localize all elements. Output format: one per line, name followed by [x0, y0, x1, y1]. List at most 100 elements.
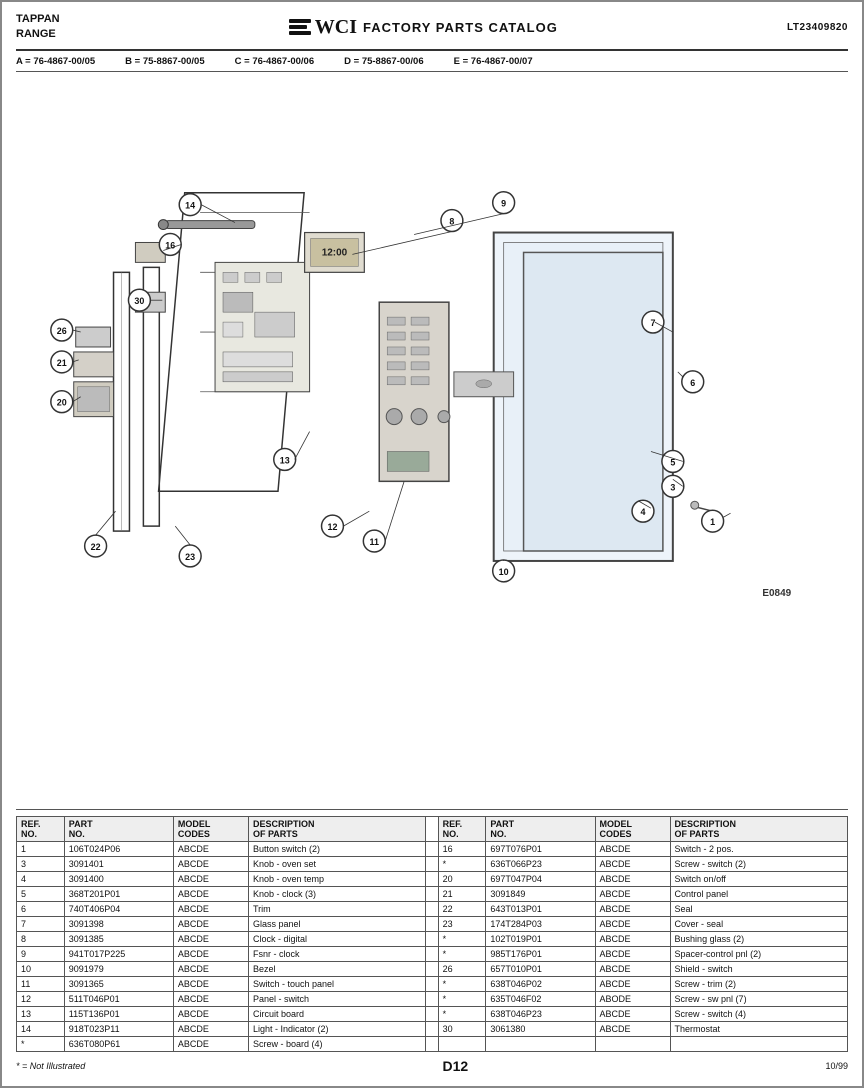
- desc-right: Shield - switch: [670, 962, 847, 977]
- desc-right: Screw - switch (4): [670, 1007, 847, 1022]
- ref-right: *: [438, 947, 486, 962]
- desc-left: Knob - clock (3): [248, 887, 425, 902]
- desc-right: Spacer-control pnl (2): [670, 947, 847, 962]
- wci-logo: WCI: [289, 16, 357, 39]
- svg-text:1: 1: [710, 517, 715, 527]
- model-right: ABCDE: [595, 857, 670, 872]
- wci-text: WCI: [315, 16, 357, 39]
- table-row: 4 3091400 ABCDE Knob - oven temp 20 697T…: [17, 872, 848, 887]
- model-left: ABCDE: [173, 857, 248, 872]
- part-left: 511T046P01: [64, 992, 173, 1007]
- ref-right: *: [438, 1007, 486, 1022]
- table-row: 13 115T136P01 ABCDE Circuit board * 638T…: [17, 1007, 848, 1022]
- model-right: ABCDE: [595, 917, 670, 932]
- svg-text:11: 11: [370, 537, 379, 547]
- desc-right: Bushing glass (2): [670, 932, 847, 947]
- header-part-no-left: PARTNO.: [64, 817, 173, 842]
- model-code-b: B = 75-8867-00/05: [125, 56, 205, 67]
- ref-right: 23: [438, 917, 486, 932]
- svg-text:13: 13: [280, 455, 290, 465]
- model-left: ABCDE: [173, 962, 248, 977]
- catalog-number: LT23409820: [787, 22, 848, 33]
- row-divider: [426, 1022, 438, 1037]
- model-left: ABCDE: [173, 872, 248, 887]
- table-row: 5 368T201P01 ABCDE Knob - clock (3) 21 3…: [17, 887, 848, 902]
- model-right: ABCDE: [595, 842, 670, 857]
- brand-name: TAPPAN RANGE: [16, 12, 60, 43]
- part-left: 115T136P01: [64, 1007, 173, 1022]
- footer-date: 10/99: [825, 1061, 848, 1071]
- part-right: 697T076P01: [486, 842, 595, 857]
- ref-right: 26: [438, 962, 486, 977]
- ref-right: 21: [438, 887, 486, 902]
- svg-text:12:00: 12:00: [322, 247, 348, 258]
- svg-text:7: 7: [650, 318, 655, 328]
- page: TAPPAN RANGE WCI FACTORY PARTS CATALOG L…: [0, 0, 864, 1088]
- svg-text:21: 21: [57, 358, 67, 368]
- model-left: ABCDE: [173, 842, 248, 857]
- parts-table: REF.NO. PARTNO. MODELCODES DESCRIPTIONOF…: [16, 816, 848, 1052]
- part-right: 638T046P02: [486, 977, 595, 992]
- circuit-board-13: [215, 262, 310, 391]
- model-right: ABCDE: [595, 1022, 670, 1037]
- desc-left: Screw - board (4): [248, 1037, 425, 1052]
- part-left: 106T024P06: [64, 842, 173, 857]
- part-right: 3061380: [486, 1022, 595, 1037]
- desc-right: Screw - switch (2): [670, 857, 847, 872]
- part-left: 3091365: [64, 977, 173, 992]
- ref-left: 14: [17, 1022, 65, 1037]
- model-left: ABCDE: [173, 932, 248, 947]
- desc-left: Circuit board: [248, 1007, 425, 1022]
- desc-left: Panel - switch: [248, 992, 425, 1007]
- svg-text:9: 9: [501, 198, 506, 208]
- table-row: 11 3091365 ABCDE Switch - touch panel * …: [17, 977, 848, 992]
- desc-left: Glass panel: [248, 917, 425, 932]
- model-left: ABCDE: [173, 902, 248, 917]
- ref-right: 16: [438, 842, 486, 857]
- model-left: ABCDE: [173, 917, 248, 932]
- model-codes-bar: A = 76-4867-00/05 B = 75-8867-00/05 C = …: [16, 51, 848, 72]
- table-row: 6 740T406P04 ABCDE Trim 22 643T013P01 AB…: [17, 902, 848, 917]
- desc-right: Thermostat: [670, 1022, 847, 1037]
- ref-left: 5: [17, 887, 65, 902]
- desc-left: Bezel: [248, 962, 425, 977]
- model-left: ABCDE: [173, 992, 248, 1007]
- wci-bar-3: [289, 31, 311, 35]
- table-row: 3 3091401 ABCDE Knob - oven set * 636T06…: [17, 857, 848, 872]
- header-desc-left: DESCRIPTIONOF PARTS: [248, 817, 425, 842]
- part-left: 3091401: [64, 857, 173, 872]
- wci-bars-icon: [289, 19, 311, 35]
- svg-text:12: 12: [328, 522, 338, 532]
- model-right: ABCDE: [595, 977, 670, 992]
- divider: [426, 817, 438, 842]
- model-right: ABCDE: [595, 902, 670, 917]
- diagram-area: 12:00: [16, 72, 848, 810]
- header-model-right: MODELCODES: [595, 817, 670, 842]
- part-left: 941T017P225: [64, 947, 173, 962]
- svg-text:10: 10: [499, 567, 509, 577]
- model-code-a: A = 76-4867-00/05: [16, 56, 95, 67]
- desc-left: Fsnr - clock: [248, 947, 425, 962]
- ref-left: 3: [17, 857, 65, 872]
- model-code-d: D = 75-8867-00/06: [344, 56, 424, 67]
- ref-left: *: [17, 1037, 65, 1052]
- ref-left: 11: [17, 977, 65, 992]
- handle-14: [158, 219, 255, 229]
- clock-display-8: 12:00: [305, 232, 365, 272]
- desc-right: Control panel: [670, 887, 847, 902]
- header-desc-right: DESCRIPTIONOF PARTS: [670, 817, 847, 842]
- model-left: ABCDE: [173, 887, 248, 902]
- header-center: WCI FACTORY PARTS CATALOG: [289, 16, 558, 39]
- table-row: * 636T080P61 ABCDE Screw - board (4): [17, 1037, 848, 1052]
- model-right: ABODE: [595, 992, 670, 1007]
- row-divider: [426, 857, 438, 872]
- svg-text:26: 26: [57, 326, 67, 336]
- ref-left: 1: [17, 842, 65, 857]
- part-right: 636T066P23: [486, 857, 595, 872]
- model-code-c: C = 76-4867-00/06: [235, 56, 315, 67]
- ref-left: 7: [17, 917, 65, 932]
- row-divider: [426, 887, 438, 902]
- ref-right: *: [438, 992, 486, 1007]
- touch-panel-11: [379, 302, 450, 481]
- model-right: ABCDE: [595, 947, 670, 962]
